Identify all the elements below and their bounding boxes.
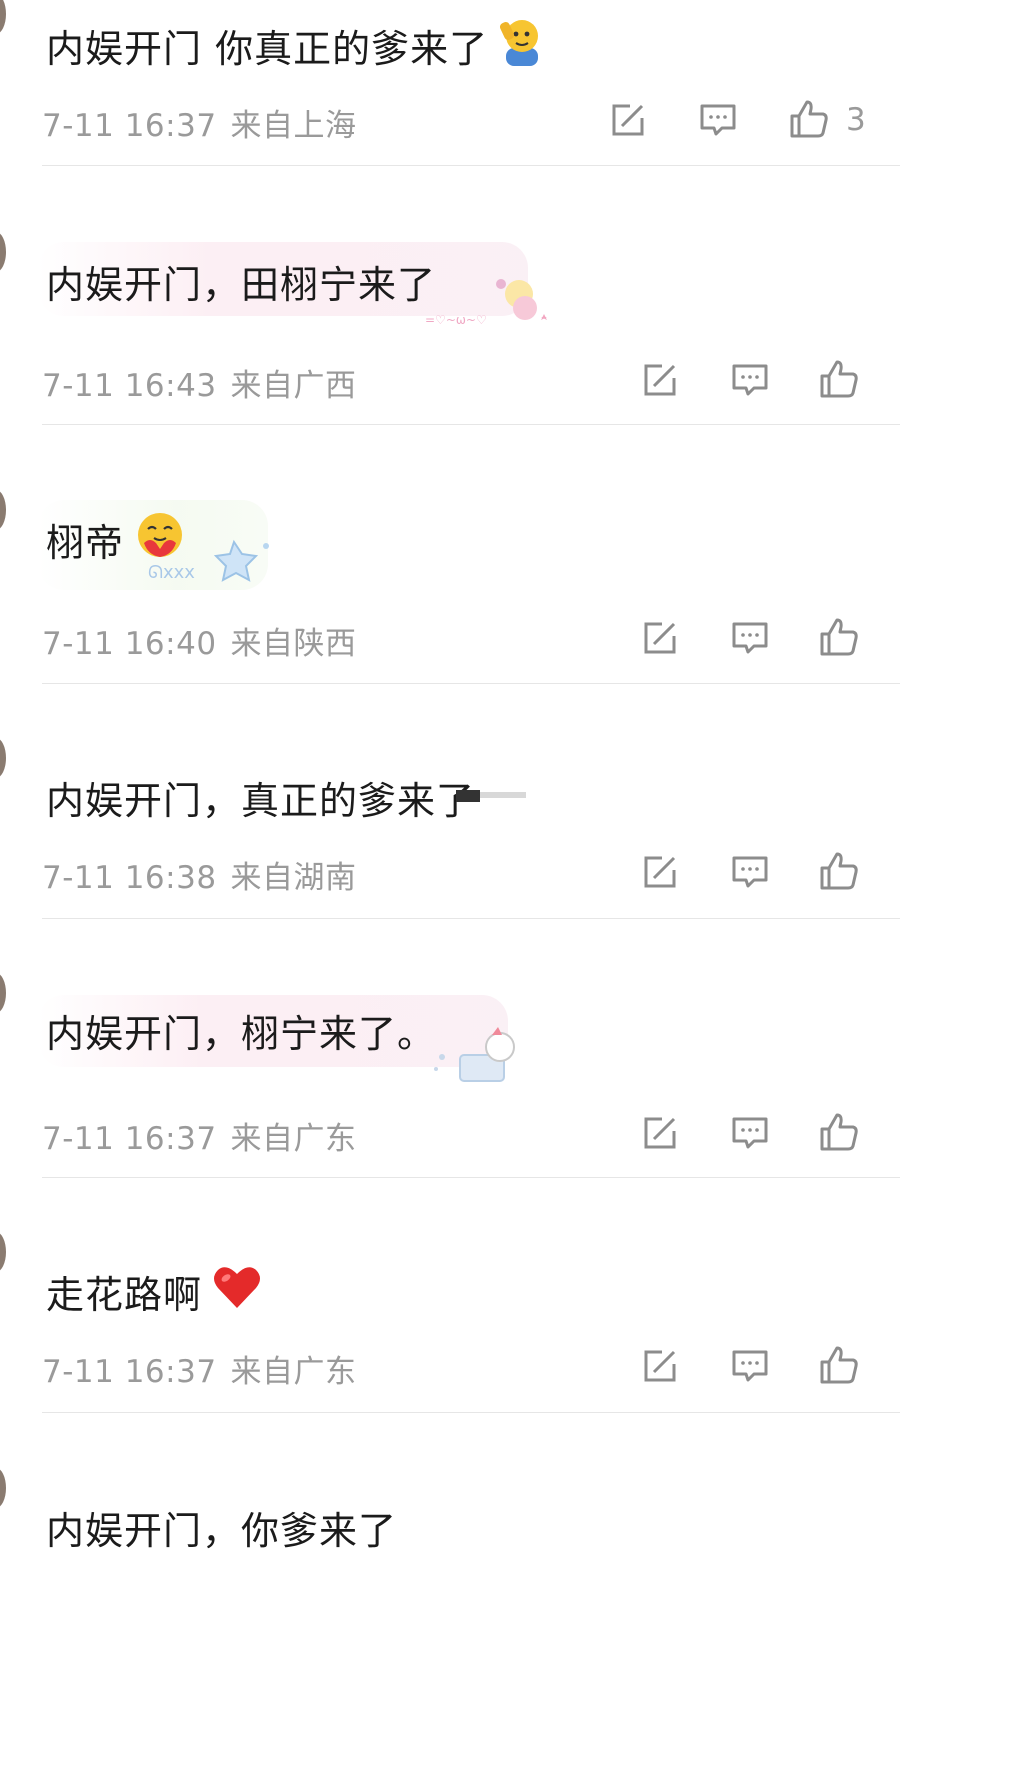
repost-icon[interactable]	[608, 100, 648, 140]
comment-text-content: 内娱开门，真正的爹来了	[46, 778, 476, 823]
comment-location: 来自上海	[230, 108, 357, 144]
comment-item: 走花路啊 7-11 16:37 来自广东	[0, 1232, 1015, 1504]
repost-icon[interactable]	[640, 852, 680, 892]
comment-item: 内娱开门，真正的爹来了 7-11 16:38 来自湖南	[0, 738, 1015, 1010]
comment-item: 内娱开门 你真正的爹来了 7-11 16:37 来自上海 3	[0, 0, 1015, 258]
comment-icon[interactable]	[730, 1346, 770, 1386]
comment-text: 走花路啊	[46, 1246, 262, 1336]
comment-meta: 7-11 16:37 来自广东	[42, 1346, 357, 1391]
comment-meta: 7-11 16:43 来自广西	[42, 360, 357, 405]
divider	[42, 424, 900, 425]
comment-text: 内娱开门，栩宁来了。	[46, 985, 436, 1075]
repost-icon[interactable]	[640, 1113, 680, 1153]
comment-icon[interactable]	[698, 100, 738, 140]
comment-timestamp: 7-11 16:40	[42, 626, 217, 662]
comment-item: 内娱开门，你爹来了	[0, 1468, 1015, 1740]
comment-icon[interactable]	[730, 1113, 770, 1153]
comment-location: 来自陕西	[230, 626, 357, 662]
hugging-face-icon	[134, 509, 186, 570]
comment-meta: 7-11 16:37 来自广东	[42, 1113, 357, 1158]
comment-icon[interactable]	[730, 618, 770, 658]
comment-icon[interactable]	[730, 852, 770, 892]
like-icon[interactable]	[788, 98, 828, 138]
divider	[42, 1412, 900, 1413]
comment-location: 来自湖南	[230, 860, 357, 896]
like-icon[interactable]	[818, 850, 858, 890]
divider	[42, 918, 900, 919]
comment-item: =♡~ω~♡ 内娱开门，田栩宁来了 7-11 16:43 来自广西	[0, 232, 1015, 500]
comment-text-content: 内娱开门，田栩宁来了	[46, 262, 437, 307]
comment-text-content: 走花路啊	[46, 1272, 203, 1317]
comment-text-content: 内娱开门，栩宁来了。	[46, 1011, 437, 1056]
comment-text: 内娱开门，真正的爹来了	[46, 752, 475, 842]
divider	[42, 1177, 900, 1178]
comment-timestamp: 7-11 16:37	[42, 1121, 217, 1157]
comment-text-content: 栩帝	[46, 520, 125, 565]
comment-item: ᘏxxx 栩帝 7-11 16:40 来自陕西	[0, 490, 1015, 758]
comment-meta: 7-11 16:38 来自湖南	[42, 852, 357, 897]
repost-icon[interactable]	[640, 1346, 680, 1386]
comment-location: 来自广东	[230, 1354, 357, 1390]
comment-meta: 7-11 16:37 来自上海	[42, 100, 357, 145]
divider	[42, 683, 900, 684]
like-count: 3	[846, 102, 866, 138]
like-icon[interactable]	[818, 1111, 858, 1151]
like-icon[interactable]	[818, 616, 858, 656]
sticker-icon	[434, 1027, 515, 1082]
comment-text: 内娱开门，你爹来了	[46, 1482, 397, 1572]
comment-timestamp: 7-11 16:38	[42, 860, 217, 896]
comment-location: 来自广东	[230, 1121, 357, 1157]
comment-text: 内娱开门 你真正的爹来了	[46, 0, 544, 90]
comment-icon[interactable]	[730, 360, 770, 400]
red-heart-icon	[212, 1264, 262, 1319]
comment-text-content: 内娱开门，你爹来了	[46, 1508, 398, 1553]
like-icon[interactable]	[818, 358, 858, 398]
comment-text-content: 内娱开门 你真正的爹来了	[46, 26, 489, 71]
comment-timestamp: 7-11 16:37	[42, 1354, 217, 1390]
avatar[interactable]	[0, 0, 6, 34]
saluting-face-icon	[498, 14, 544, 77]
comment-timestamp: 7-11 16:43	[42, 368, 217, 404]
repost-icon[interactable]	[640, 360, 680, 400]
watermark-icon	[456, 790, 526, 802]
repost-icon[interactable]	[640, 618, 680, 658]
comment-location: 来自广西	[230, 368, 357, 404]
comment-text: 栩帝	[46, 494, 186, 584]
like-icon[interactable]	[818, 1344, 858, 1384]
comment-item: 内娱开门，栩宁来了。 7-11 16:37 来自广东	[0, 973, 1015, 1253]
comment-meta: 7-11 16:40 来自陕西	[42, 618, 357, 663]
divider	[42, 165, 900, 166]
comment-timestamp: 7-11 16:37	[42, 108, 217, 144]
comment-text: 内娱开门，田栩宁来了	[46, 236, 436, 326]
